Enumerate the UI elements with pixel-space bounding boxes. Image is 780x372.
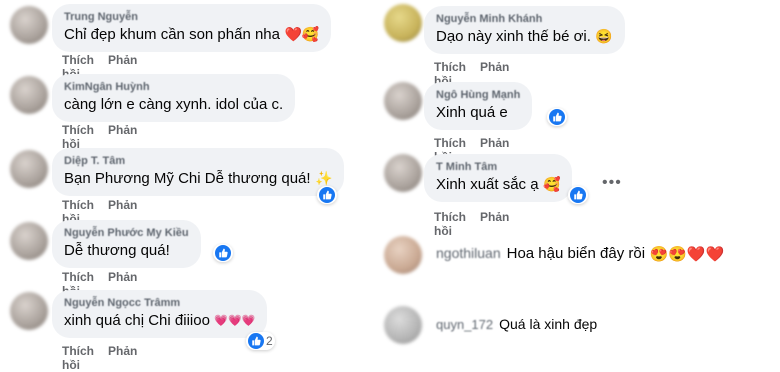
reaction-summary[interactable] bbox=[568, 186, 588, 204]
like-link[interactable]: Thích bbox=[62, 198, 94, 212]
avatar[interactable] bbox=[10, 6, 48, 44]
commenter-name[interactable]: Nguyễn Minh Khánh bbox=[436, 13, 613, 25]
heart-emojis: 💗💗💗 bbox=[214, 315, 256, 328]
comment-bubble: T Minh Tâm Xinh xuất sắc ạ 🥰 bbox=[424, 154, 573, 202]
comment-bubble: KimNgân Huỳnh càng lớn e càng xynh. idol… bbox=[52, 74, 296, 122]
avatar[interactable] bbox=[10, 150, 48, 188]
reaction-summary[interactable] bbox=[213, 244, 233, 262]
commenter-name[interactable]: Trung Nguyễn bbox=[64, 11, 319, 23]
commenter-name[interactable]: quyn_172 bbox=[436, 317, 493, 332]
commenter-name[interactable]: Nguyễn Ngọcc Trâmm bbox=[64, 297, 255, 309]
comment-text: Hoa hậu biển đây rồi bbox=[506, 245, 646, 263]
reaction-count: 2 bbox=[266, 334, 273, 348]
smiling-hearts-emoji: 🥰 bbox=[543, 176, 561, 193]
like-link[interactable]: Thích bbox=[434, 136, 466, 150]
like-icon bbox=[570, 187, 586, 203]
emoji-group: 😍😍❤️❤️ bbox=[649, 246, 725, 263]
like-icon bbox=[319, 187, 335, 203]
comment-text: Xinh xuất sắc ạ bbox=[436, 176, 539, 193]
inline-comment: ngothiluan Hoa hậu biển đây rồi 😍😍❤️❤️ bbox=[436, 245, 724, 263]
comment-bubble: Nguyễn Phước My Kiều Dễ thương quá! bbox=[52, 220, 201, 268]
reaction-summary[interactable]: 2 bbox=[246, 332, 275, 350]
like-link[interactable]: Thích bbox=[62, 53, 94, 67]
like-link[interactable]: Thích bbox=[434, 210, 466, 224]
reaction-summary[interactable] bbox=[317, 186, 337, 204]
avatar[interactable] bbox=[384, 4, 422, 42]
comment-text: Dễ thương quá! bbox=[64, 242, 170, 259]
comment-bubble: Trung Nguyễn Chỉ đẹp khum cần son phấn n… bbox=[52, 4, 332, 52]
like-link[interactable]: Thích bbox=[434, 60, 466, 74]
comment-actions: ThíchPhản hồi bbox=[62, 123, 137, 151]
commenter-name[interactable]: KimNgân Huỳnh bbox=[64, 81, 283, 93]
comment-text: Dạo này xinh thế bé ơi. bbox=[436, 28, 591, 45]
avatar[interactable] bbox=[384, 306, 422, 344]
comment-text: Chỉ đẹp khum cần son phấn nha bbox=[64, 26, 280, 43]
inline-comment: quyn_172 Quá là xinh đẹp bbox=[436, 316, 597, 334]
like-icon bbox=[549, 109, 565, 125]
comment-actions: ThíchPhản hồi bbox=[62, 344, 137, 372]
comment-text: xinh quá chị Chi điiioo bbox=[64, 312, 210, 329]
comment-actions: ThíchPhản hồi bbox=[434, 210, 509, 238]
avatar[interactable] bbox=[384, 154, 422, 192]
comment-bubble: Ngô Hùng Mạnh Xinh quá e bbox=[424, 82, 533, 130]
avatar[interactable] bbox=[10, 222, 48, 260]
heart-emoji: ❤️🥰 bbox=[284, 26, 320, 43]
sparkles-emoji: ✨ bbox=[315, 170, 333, 187]
avatar[interactable] bbox=[10, 292, 48, 330]
commenter-name[interactable]: ngothiluan bbox=[436, 245, 501, 261]
like-link[interactable]: Thích bbox=[62, 270, 94, 284]
avatar[interactable] bbox=[10, 76, 48, 114]
comment-text: Xinh quá e bbox=[436, 104, 508, 121]
comment-text: Bạn Phương Mỹ Chi Dễ thương quá! bbox=[64, 170, 311, 187]
comment-text: càng lớn e càng xynh. idol của c. bbox=[64, 96, 284, 113]
more-options-icon[interactable]: ••• bbox=[602, 174, 622, 192]
like-icon bbox=[215, 245, 231, 261]
comment-text: Quá là xinh đẹp bbox=[499, 316, 598, 332]
commenter-name[interactable]: T Minh Tâm bbox=[436, 161, 560, 173]
reaction-summary[interactable] bbox=[547, 108, 567, 126]
laughing-emoji: 😆 bbox=[595, 28, 613, 45]
like-icon bbox=[248, 333, 264, 349]
avatar[interactable] bbox=[384, 236, 422, 274]
like-link[interactable]: Thích bbox=[62, 123, 94, 137]
avatar[interactable] bbox=[384, 82, 422, 120]
commenter-name[interactable]: Nguyễn Phước My Kiều bbox=[64, 227, 189, 239]
comment-bubble: Diệp T. Tâm Bạn Phương Mỹ Chi Dễ thương … bbox=[52, 148, 345, 196]
comment-bubble: Nguyễn Ngọcc Trâmm xinh quá chị Chi điii… bbox=[52, 290, 268, 338]
commenter-name[interactable]: Ngô Hùng Mạnh bbox=[436, 89, 520, 101]
comment-bubble: Nguyễn Minh Khánh Dạo này xinh thế bé ơi… bbox=[424, 6, 625, 54]
commenter-name[interactable]: Diệp T. Tâm bbox=[64, 155, 332, 167]
like-link[interactable]: Thích bbox=[62, 344, 94, 358]
